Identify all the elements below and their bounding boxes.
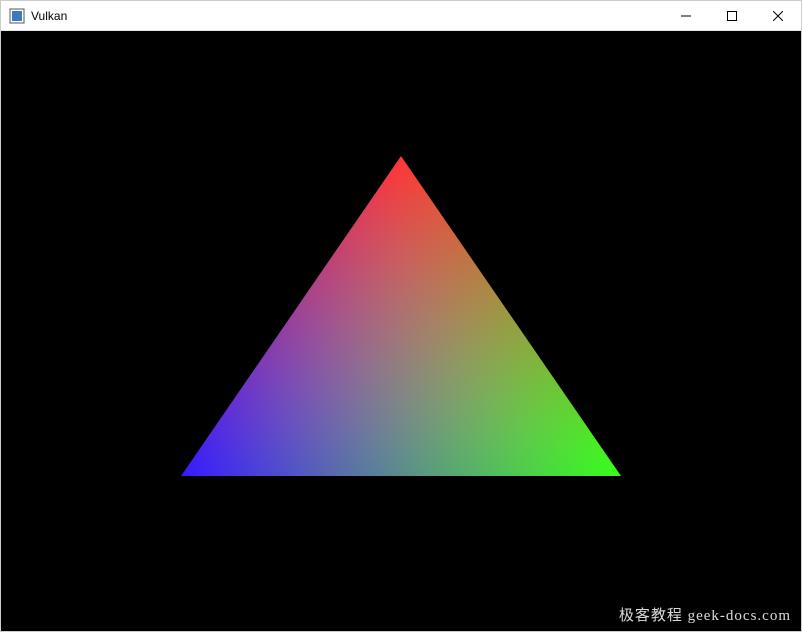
maximize-button[interactable] xyxy=(709,1,755,30)
titlebar: Vulkan xyxy=(1,1,801,31)
minimize-icon xyxy=(681,11,691,21)
minimize-button[interactable] xyxy=(663,1,709,30)
render-canvas: 极客教程 geek-docs.com xyxy=(1,31,801,631)
close-button[interactable] xyxy=(755,1,801,30)
maximize-icon xyxy=(727,11,737,21)
window-controls xyxy=(663,1,801,30)
window-title: Vulkan xyxy=(31,9,67,23)
titlebar-left: Vulkan xyxy=(1,8,67,24)
close-icon xyxy=(773,11,783,21)
vulkan-triangle xyxy=(1,31,801,631)
app-icon xyxy=(9,8,25,24)
